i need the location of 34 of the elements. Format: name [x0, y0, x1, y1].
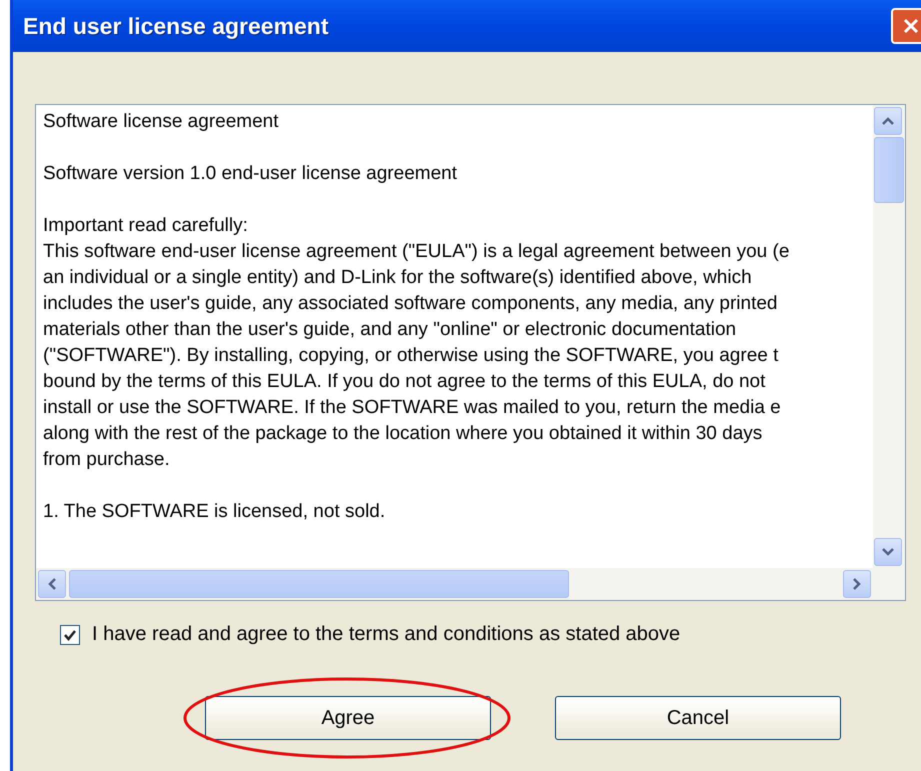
license-text-line: This software end-user license agreement ("EULA") is a legal agreement between you (e [43, 240, 790, 264]
chevron-up-icon [881, 116, 895, 126]
license-text-line: Software version 1.0 end-user license agreement [43, 162, 458, 186]
license-text-line: 1. The SOFTWARE is licensed, not sold. [43, 500, 386, 524]
license-text-area[interactable] [35, 104, 906, 601]
license-text-line: Software license agreement [43, 110, 280, 134]
checkmark-icon [63, 628, 77, 642]
license-text-line: includes the user's guide, any associated software components, any media, any printed [43, 292, 778, 316]
license-text-line: ("SOFTWARE"). By installing, copying, or otherwise using the SOFTWARE, you agree t [43, 344, 780, 368]
scroll-left-button[interactable] [38, 570, 66, 598]
checkbox-label: I have read and agree to the terms and conditions as stated above [92, 623, 680, 646]
scroll-right-button[interactable] [843, 570, 871, 598]
scroll-up-button[interactable] [874, 107, 902, 135]
chevron-left-icon [47, 577, 57, 591]
cancel-button[interactable]: Cancel [555, 696, 841, 740]
close-icon [901, 16, 921, 36]
close-button[interactable] [891, 8, 921, 44]
window-title: End user license agreement [23, 12, 329, 40]
license-text-line: install or use the SOFTWARE. If the SOFTWARE was mailed to you, return the media e [43, 396, 782, 420]
scroll-thumb[interactable] [874, 137, 904, 203]
vertical-scrollbar[interactable] [873, 105, 905, 568]
scroll-thumb[interactable] [69, 570, 569, 598]
license-text-line: from purchase. [43, 448, 171, 472]
license-text-line: Important read carefully: [43, 214, 249, 238]
license-text-line: bound by the terms of this EULA. If you do not agree to the terms of this EULA, do not [43, 370, 766, 394]
license-text-line: materials other than the user's guide, and any "online" or electronic documentation [43, 318, 738, 342]
agree-checkbox[interactable] [60, 624, 80, 644]
license-text-line: along with the rest of the package to the location where you obtained it within 30 days [43, 422, 764, 446]
license-text-line: an individual or a single entity) and D-Link for the software(s) identified above, which [43, 266, 753, 290]
chevron-right-icon [852, 577, 862, 591]
scroll-down-button[interactable] [874, 538, 902, 566]
horizontal-scrollbar[interactable] [36, 568, 905, 600]
agree-button[interactable]: Agree [205, 696, 491, 740]
chevron-down-icon [881, 547, 895, 557]
